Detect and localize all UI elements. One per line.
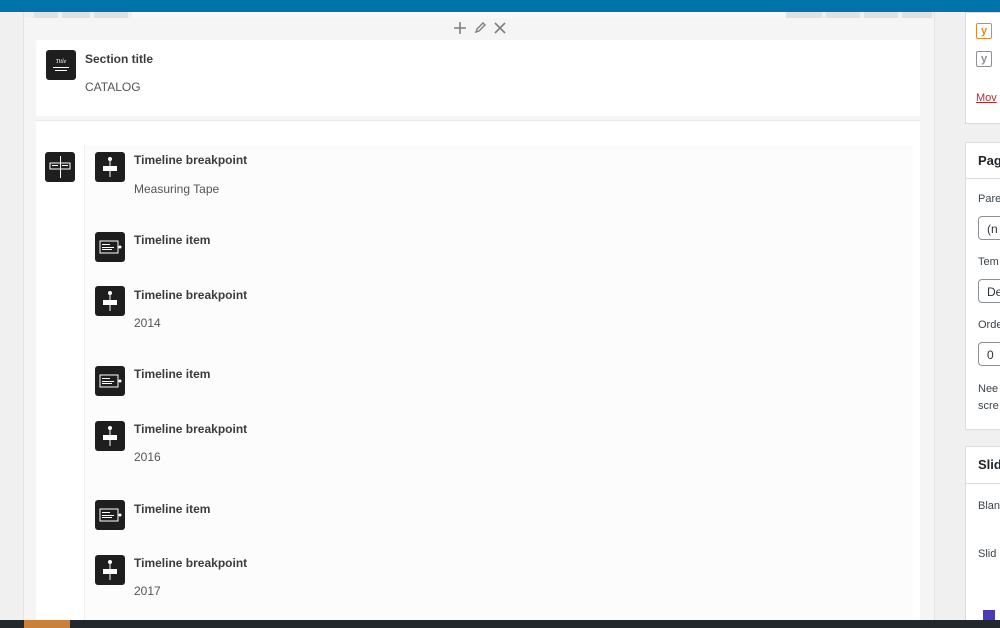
element-subtitle: 2017 — [134, 584, 161, 598]
page-builder-canvas: Title Section title CATALOG Timeline bre… — [23, 12, 935, 620]
builder-tab[interactable] — [94, 12, 128, 18]
builder-tab[interactable] — [34, 12, 58, 18]
element-title: Timeline item — [134, 502, 211, 516]
timeline-item-icon — [95, 232, 125, 262]
edit-icon[interactable] — [471, 19, 489, 37]
help-text-line: scre — [978, 400, 999, 412]
element-title: Timeline breakpoint — [134, 422, 248, 436]
order-input[interactable]: 0 — [978, 342, 1000, 366]
section-title-element[interactable]: Title Section title CATALOG — [36, 40, 920, 116]
editor-sidebar: y y Mov Pag Pare (n Tem De Orde 0 Nee sc… — [965, 12, 1000, 620]
template-label: Tem — [978, 256, 999, 268]
timeline-item-icon — [95, 366, 125, 396]
section-title-icon: Title — [46, 50, 76, 80]
parent-label: Pare — [978, 193, 1000, 205]
timeline-breakpoint-icon — [95, 555, 125, 585]
taskbar — [0, 620, 1000, 628]
builder-tab[interactable] — [826, 12, 860, 18]
element-title: Timeline item — [134, 367, 211, 381]
close-icon[interactable] — [491, 19, 509, 37]
admin-top-bar — [0, 0, 1000, 12]
slider-heading[interactable]: Slid — [978, 457, 1000, 472]
element-subtitle: 2016 — [134, 450, 161, 464]
taskbar-active-indicator — [24, 620, 70, 628]
element-title: Timeline item — [134, 233, 211, 247]
element-title: Section title — [85, 52, 154, 66]
move-to-trash-link[interactable]: Mov — [976, 92, 997, 104]
builder-tab[interactable] — [786, 12, 822, 18]
slider-box: Slid Blan Slid — [965, 446, 1000, 620]
timeline-icon — [45, 152, 75, 182]
element-title: Timeline breakpoint — [134, 288, 248, 302]
timeline-element[interactable]: Timeline breakpoint Measuring Tape Timel… — [36, 120, 920, 620]
slider-label: Slid — [978, 548, 997, 560]
slider-label: Blan — [978, 500, 1000, 512]
element-title: Timeline breakpoint — [134, 153, 248, 167]
help-text-line: Nee — [978, 383, 999, 395]
yoast-readability-icon: y — [976, 23, 992, 39]
timeline-breakpoint-icon — [95, 286, 125, 316]
element-title: Timeline breakpoint — [134, 556, 248, 570]
page-attributes-heading[interactable]: Pag — [978, 153, 1000, 168]
divider — [966, 178, 1000, 179]
seo-box: y y Mov — [965, 12, 1000, 124]
element-subtitle: 2014 — [134, 316, 161, 330]
builder-tab[interactable] — [62, 12, 90, 18]
parent-select[interactable]: (n — [978, 216, 1000, 240]
builder-tab[interactable] — [902, 12, 932, 18]
timeline-breakpoint-icon — [95, 152, 125, 182]
plugin-icon — [983, 610, 995, 620]
order-label: Orde — [978, 319, 1000, 331]
builder-tab[interactable] — [864, 12, 898, 18]
element-subtitle: Measuring Tape — [134, 182, 220, 196]
svg-text:Title: Title — [56, 59, 67, 65]
page-attributes-box: Pag Pare (n Tem De Orde 0 Nee scre — [965, 142, 1000, 430]
section-controls — [451, 19, 509, 37]
builder-tab[interactable] — [132, 12, 822, 18]
yoast-seo-icon: y — [976, 51, 992, 67]
timeline-items-list — [84, 145, 913, 620]
add-icon[interactable] — [451, 19, 469, 37]
builder-tab-strip — [24, 12, 934, 18]
element-subtitle: CATALOG — [85, 80, 141, 94]
divider — [966, 483, 1000, 484]
timeline-breakpoint-icon — [95, 421, 125, 451]
template-select[interactable]: De — [978, 279, 1000, 303]
timeline-item-icon — [95, 500, 125, 530]
